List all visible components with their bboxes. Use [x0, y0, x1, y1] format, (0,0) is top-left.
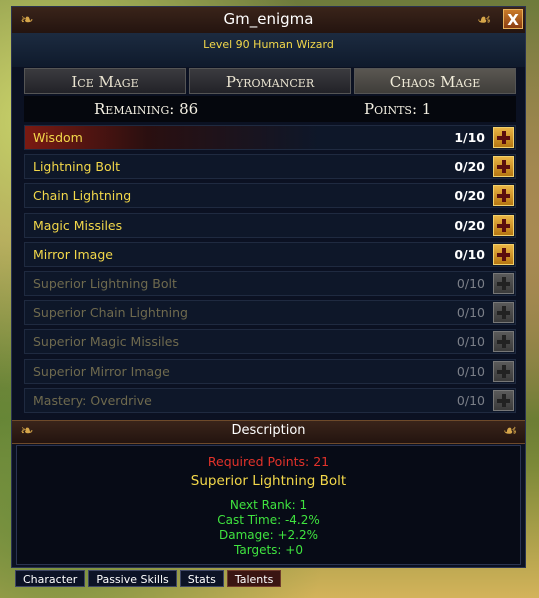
talent-row-superior-lightning-bolt[interactable]: Superior Lightning Bolt 0/10 [24, 270, 516, 296]
talent-rank: 0/10 [456, 305, 485, 321]
talent-row-magic-missiles[interactable]: Magic Missiles 0/20 [24, 212, 516, 238]
stat-next-rank: Next Rank: 1 [229, 498, 308, 512]
title-bar[interactable]: ❧ Gm_enigma ☙ X [12, 7, 525, 34]
class-tabs: Ice Mage Pyromancer Chaos Mage [24, 68, 516, 94]
close-button[interactable]: X [503, 9, 523, 29]
tab-character[interactable]: Character [15, 570, 86, 587]
description-title: Description [231, 423, 306, 438]
plus-icon[interactable] [493, 156, 514, 178]
plus-icon [493, 302, 514, 324]
plus-icon [493, 389, 514, 411]
talent-name: Chain Lightning [33, 188, 132, 204]
talent-row-superior-mirror-image[interactable]: Superior Mirror Image 0/10 [24, 358, 516, 384]
description-skill-name: Superior Lightning Bolt [190, 473, 347, 489]
talent-name: Lightning Bolt [33, 159, 121, 175]
window-title: Gm_enigma [223, 10, 314, 28]
tab-chaos-mage[interactable]: Chaos Mage [354, 68, 516, 94]
stat-cast-time: Cast Time: -4.2% [217, 513, 320, 527]
talent-rank: 0/20 [454, 217, 485, 233]
talent-row-lightning-bolt[interactable]: Lightning Bolt 0/20 [24, 154, 516, 180]
talent-row-superior-magic-missiles[interactable]: Superior Magic Missiles 0/10 [24, 329, 516, 355]
talent-row-chain-lightning[interactable]: Chain Lightning 0/20 [24, 183, 516, 209]
talent-name: Superior Mirror Image [33, 363, 170, 379]
plus-icon [493, 331, 514, 353]
plus-icon [493, 360, 514, 382]
description-panel: Required Points: 21 Superior Lightning B… [16, 445, 521, 565]
available-points: Points: 1 [364, 100, 432, 118]
talent-name: Superior Lightning Bolt [33, 275, 177, 291]
talent-window: ❧ Gm_enigma ☙ X Level 90 Human Wizard Ic… [11, 6, 526, 568]
talent-row-superior-chain-lightning[interactable]: Superior Chain Lightning 0/10 [24, 300, 516, 326]
talent-name: Mastery: Overdrive [33, 392, 152, 408]
talent-name: Mirror Image [33, 246, 113, 262]
talent-rank: 0/20 [454, 159, 485, 175]
tab-passive-skills[interactable]: Passive Skills [88, 570, 177, 587]
talent-row-mastery-overdrive[interactable]: Mastery: Overdrive 0/10 [24, 387, 516, 413]
right-ornament-icon: ☙ [502, 421, 518, 440]
description-header: ❧ Description ☙ [12, 420, 525, 444]
tab-talents[interactable]: Talents [226, 570, 282, 587]
plus-icon[interactable] [493, 185, 514, 207]
talent-rank: 0/10 [454, 246, 485, 262]
plus-icon[interactable] [493, 243, 514, 265]
talent-name: Superior Chain Lightning [33, 305, 188, 321]
stat-targets: Targets: +0 [234, 543, 303, 557]
talent-rank: 0/10 [456, 275, 485, 291]
talent-name: Magic Missiles [33, 217, 123, 233]
stat-damage: Damage: +2.2% [218, 528, 319, 542]
remaining-points: Remaining: 86 [94, 100, 199, 118]
talent-rank: 0/10 [456, 363, 485, 379]
tab-pyromancer[interactable]: Pyromancer [189, 68, 351, 94]
required-points: Required Points: 21 [207, 454, 330, 469]
tab-stats[interactable]: Stats [179, 570, 224, 587]
plus-icon[interactable] [493, 214, 514, 236]
talent-row-mirror-image[interactable]: Mirror Image 0/10 [24, 241, 516, 267]
right-ornament-icon: ☙ [476, 10, 492, 29]
bottom-tabs: Character Passive Skills Stats Talents [15, 570, 282, 587]
talent-rank: 0/10 [456, 334, 485, 350]
talent-rank: 0/10 [456, 392, 485, 408]
talent-row-wisdom[interactable]: Wisdom 1/10 [24, 125, 516, 150]
talent-rank: 0/20 [454, 188, 485, 204]
talent-name: Wisdom [33, 130, 83, 145]
plus-icon[interactable] [493, 127, 514, 148]
talent-rank: 1/10 [454, 130, 485, 145]
points-bar: Remaining: 86 Points: 1 [24, 96, 516, 122]
tab-ice-mage[interactable]: Ice Mage [24, 68, 186, 94]
talent-list: Wisdom 1/10 Lightning Bolt 0/20 Chain Li… [24, 125, 516, 417]
subtitle-band: Level 90 Human Wizard [12, 33, 525, 67]
character-subtitle: Level 90 Human Wizard [203, 38, 334, 51]
plus-icon [493, 272, 514, 294]
talent-name: Superior Magic Missiles [33, 334, 179, 350]
